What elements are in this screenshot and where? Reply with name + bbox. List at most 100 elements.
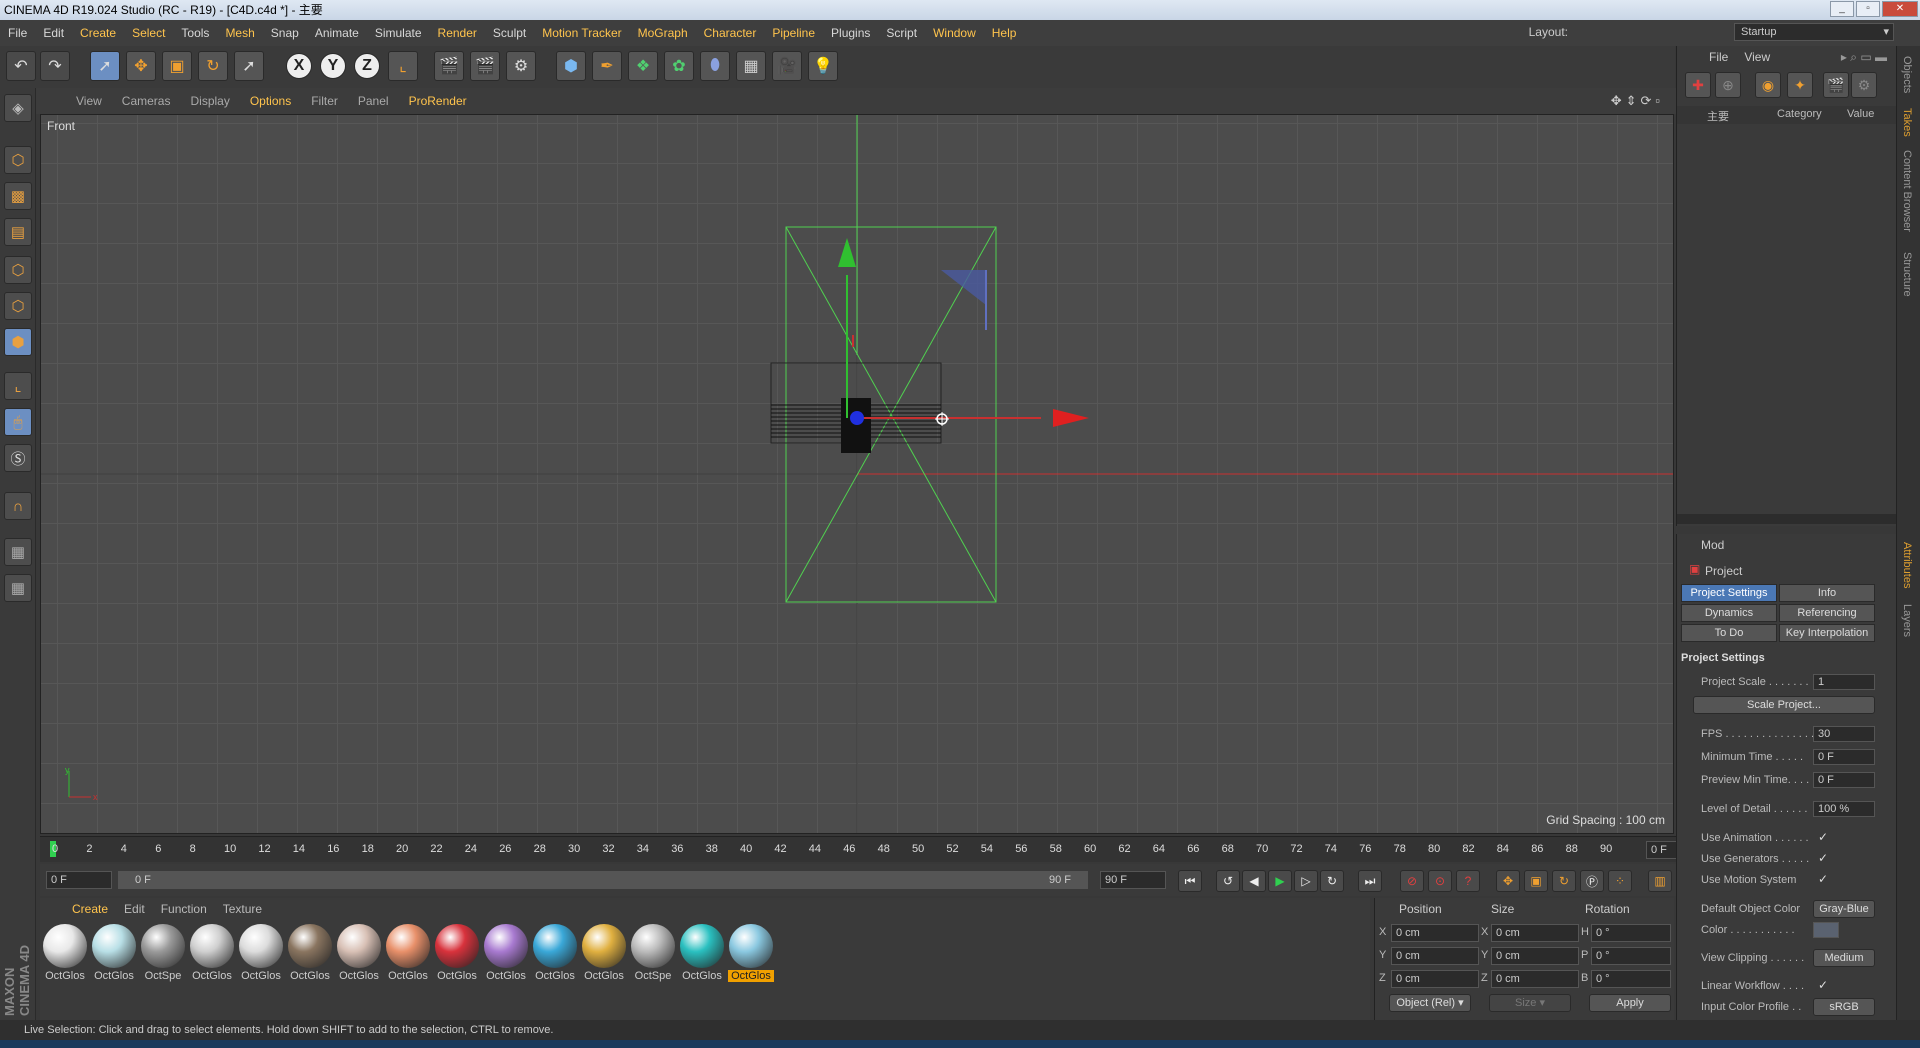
start-frame-field[interactable]: 0 F: [46, 871, 112, 889]
object-menu-file[interactable]: File: [1701, 50, 1736, 64]
object-menu-view[interactable]: View: [1736, 50, 1778, 64]
preview-min-time-field[interactable]: 0 F: [1813, 772, 1875, 788]
render-picture-viewer-button[interactable]: 🎬: [470, 51, 500, 81]
material-menu-texture[interactable]: Texture: [215, 902, 270, 916]
viewport-menu-filter[interactable]: Filter: [301, 94, 348, 108]
side-tab-attributes[interactable]: Attributes: [1901, 542, 1913, 588]
rot-b-field[interactable]: 0 °: [1591, 970, 1671, 988]
viewport-nav-icons[interactable]: ✥⇕⟳▫: [1611, 93, 1664, 109]
side-tab-content-browser[interactable]: Content Browser: [1901, 150, 1913, 232]
pos-x-field[interactable]: 0 cm: [1391, 924, 1479, 942]
add-take-icon[interactable]: ✚: [1685, 72, 1711, 98]
use-motion-system-checkbox[interactable]: ✓: [1818, 872, 1828, 886]
next-frame-button[interactable]: ▷: [1294, 870, 1318, 892]
previous-frame-button[interactable]: ◀: [1242, 870, 1266, 892]
redo-button[interactable]: ↷: [40, 51, 70, 81]
texture-mode-button[interactable]: ▩: [4, 182, 32, 210]
size-z-field[interactable]: 0 cm: [1491, 970, 1579, 988]
lock-take-icon[interactable]: ⚙: [1851, 72, 1877, 98]
input-color-profile-select[interactable]: sRGB: [1813, 998, 1875, 1016]
camera-button[interactable]: 🎥: [772, 51, 802, 81]
pos-z-field[interactable]: 0 cm: [1391, 970, 1479, 988]
side-tab-structure[interactable]: Structure: [1901, 252, 1913, 297]
apply-button[interactable]: Apply: [1589, 994, 1671, 1012]
cube-button[interactable]: ⬢: [556, 51, 586, 81]
key-position-button[interactable]: ✥: [1496, 870, 1520, 892]
material-menu-function[interactable]: Function: [153, 902, 215, 916]
viewport-menu-view[interactable]: View: [66, 94, 112, 108]
render-take-icon[interactable]: 🎬: [1823, 72, 1849, 98]
workplane-align-button[interactable]: ▦: [4, 574, 32, 602]
use-generators-checkbox[interactable]: ✓: [1818, 851, 1828, 865]
material-swatch[interactable]: OctSpe: [140, 924, 186, 982]
points-mode-button[interactable]: ⬡: [4, 256, 32, 284]
attribute-mode-label[interactable]: Mod: [1701, 538, 1724, 552]
menu-tools[interactable]: Tools: [173, 20, 217, 46]
menu-mesh[interactable]: Mesh: [217, 20, 262, 46]
menu-animate[interactable]: Animate: [307, 20, 367, 46]
keyframe-selection-button[interactable]: ?: [1456, 870, 1480, 892]
tab-project-settings[interactable]: Project Settings: [1681, 584, 1777, 602]
side-tab-layers[interactable]: Layers: [1901, 604, 1913, 637]
override-icon[interactable]: ◉: [1755, 72, 1781, 98]
menu-motion-tracker[interactable]: Motion Tracker: [534, 20, 629, 46]
maximize-button[interactable]: ▫: [1856, 1, 1880, 17]
material-swatch[interactable]: OctGlos: [336, 924, 382, 982]
side-tab-objects[interactable]: Objects: [1901, 56, 1913, 93]
subdivision-button[interactable]: ❖: [628, 51, 658, 81]
material-swatch[interactable]: OctSpe: [630, 924, 676, 982]
scale-tool-button[interactable]: ▣: [162, 51, 192, 81]
tab-to-do[interactable]: To Do: [1681, 624, 1777, 642]
viewport-menu-panel[interactable]: Panel: [348, 94, 399, 108]
workplane-lock-button[interactable]: ▦: [4, 538, 32, 566]
material-swatch[interactable]: OctGlos: [385, 924, 431, 982]
fps-field[interactable]: 30: [1813, 726, 1875, 742]
make-editable-button[interactable]: ◈: [4, 94, 32, 122]
tab-referencing[interactable]: Referencing: [1779, 604, 1875, 622]
use-animation-checkbox[interactable]: ✓: [1818, 830, 1828, 844]
go-to-start-button[interactable]: ⏮: [1178, 870, 1202, 892]
coordinate-mode-select[interactable]: Object (Rel) ▾: [1389, 994, 1471, 1012]
timeline-window-button[interactable]: ▥: [1648, 870, 1672, 892]
material-swatch[interactable]: OctGlos: [91, 924, 137, 982]
viewport-menu-options[interactable]: Options: [240, 94, 301, 108]
menu-render[interactable]: Render: [430, 20, 485, 46]
tab-dynamics[interactable]: Dynamics: [1681, 604, 1777, 622]
menu-simulate[interactable]: Simulate: [367, 20, 430, 46]
material-menu-create[interactable]: Create: [64, 902, 116, 916]
material-swatch[interactable]: OctGlos: [42, 924, 88, 982]
key-scale-button[interactable]: ▣: [1524, 870, 1548, 892]
live-selection-tool-button[interactable]: ➚: [90, 51, 120, 81]
level-of-detail-field[interactable]: 100 %: [1813, 801, 1875, 817]
menu-create[interactable]: Create: [72, 20, 124, 46]
key-parameter-button[interactable]: Ⓟ: [1580, 870, 1604, 892]
menu-script[interactable]: Script: [878, 20, 925, 46]
deformer-button[interactable]: ⬮: [700, 51, 730, 81]
rotate-tool-button[interactable]: ↻: [198, 51, 228, 81]
menu-file[interactable]: File: [0, 20, 35, 46]
viewport-front[interactable]: Front y x Grid Spacing : 100 cm: [40, 114, 1674, 834]
minimize-button[interactable]: _: [1830, 1, 1854, 17]
key-rotation-button[interactable]: ↻: [1552, 870, 1576, 892]
polygons-mode-button[interactable]: ⬢: [4, 328, 32, 356]
close-button[interactable]: ✕: [1882, 1, 1918, 17]
size-y-field[interactable]: 0 cm: [1491, 947, 1579, 965]
rot-h-field[interactable]: 0 °: [1591, 924, 1671, 942]
viewport-menu-display[interactable]: Display: [180, 94, 239, 108]
viewport-menu-cameras[interactable]: Cameras: [112, 94, 181, 108]
material-swatch[interactable]: OctGlos: [238, 924, 284, 982]
y-axis-button[interactable]: Y: [320, 53, 346, 79]
tweak-mode-button[interactable]: 🖱: [4, 408, 32, 436]
next-key-button[interactable]: ↻: [1320, 870, 1344, 892]
recent-tool-button[interactable]: ➚: [234, 51, 264, 81]
material-swatch[interactable]: OctGlos: [483, 924, 529, 982]
object-panel-icons[interactable]: ▸ ⌕ ▭ ▬: [1833, 50, 1897, 65]
default-object-color-select[interactable]: Gray-Blue: [1813, 900, 1875, 918]
undo-button[interactable]: ↶: [6, 51, 36, 81]
scale-project-button[interactable]: Scale Project...: [1693, 696, 1875, 714]
menu-character[interactable]: Character: [696, 20, 765, 46]
menu-plugins[interactable]: Plugins: [823, 20, 878, 46]
z-axis-button[interactable]: Z: [354, 53, 380, 79]
workplane-mode-button[interactable]: ▤: [4, 218, 32, 246]
material-swatch[interactable]: OctGlos: [287, 924, 333, 982]
